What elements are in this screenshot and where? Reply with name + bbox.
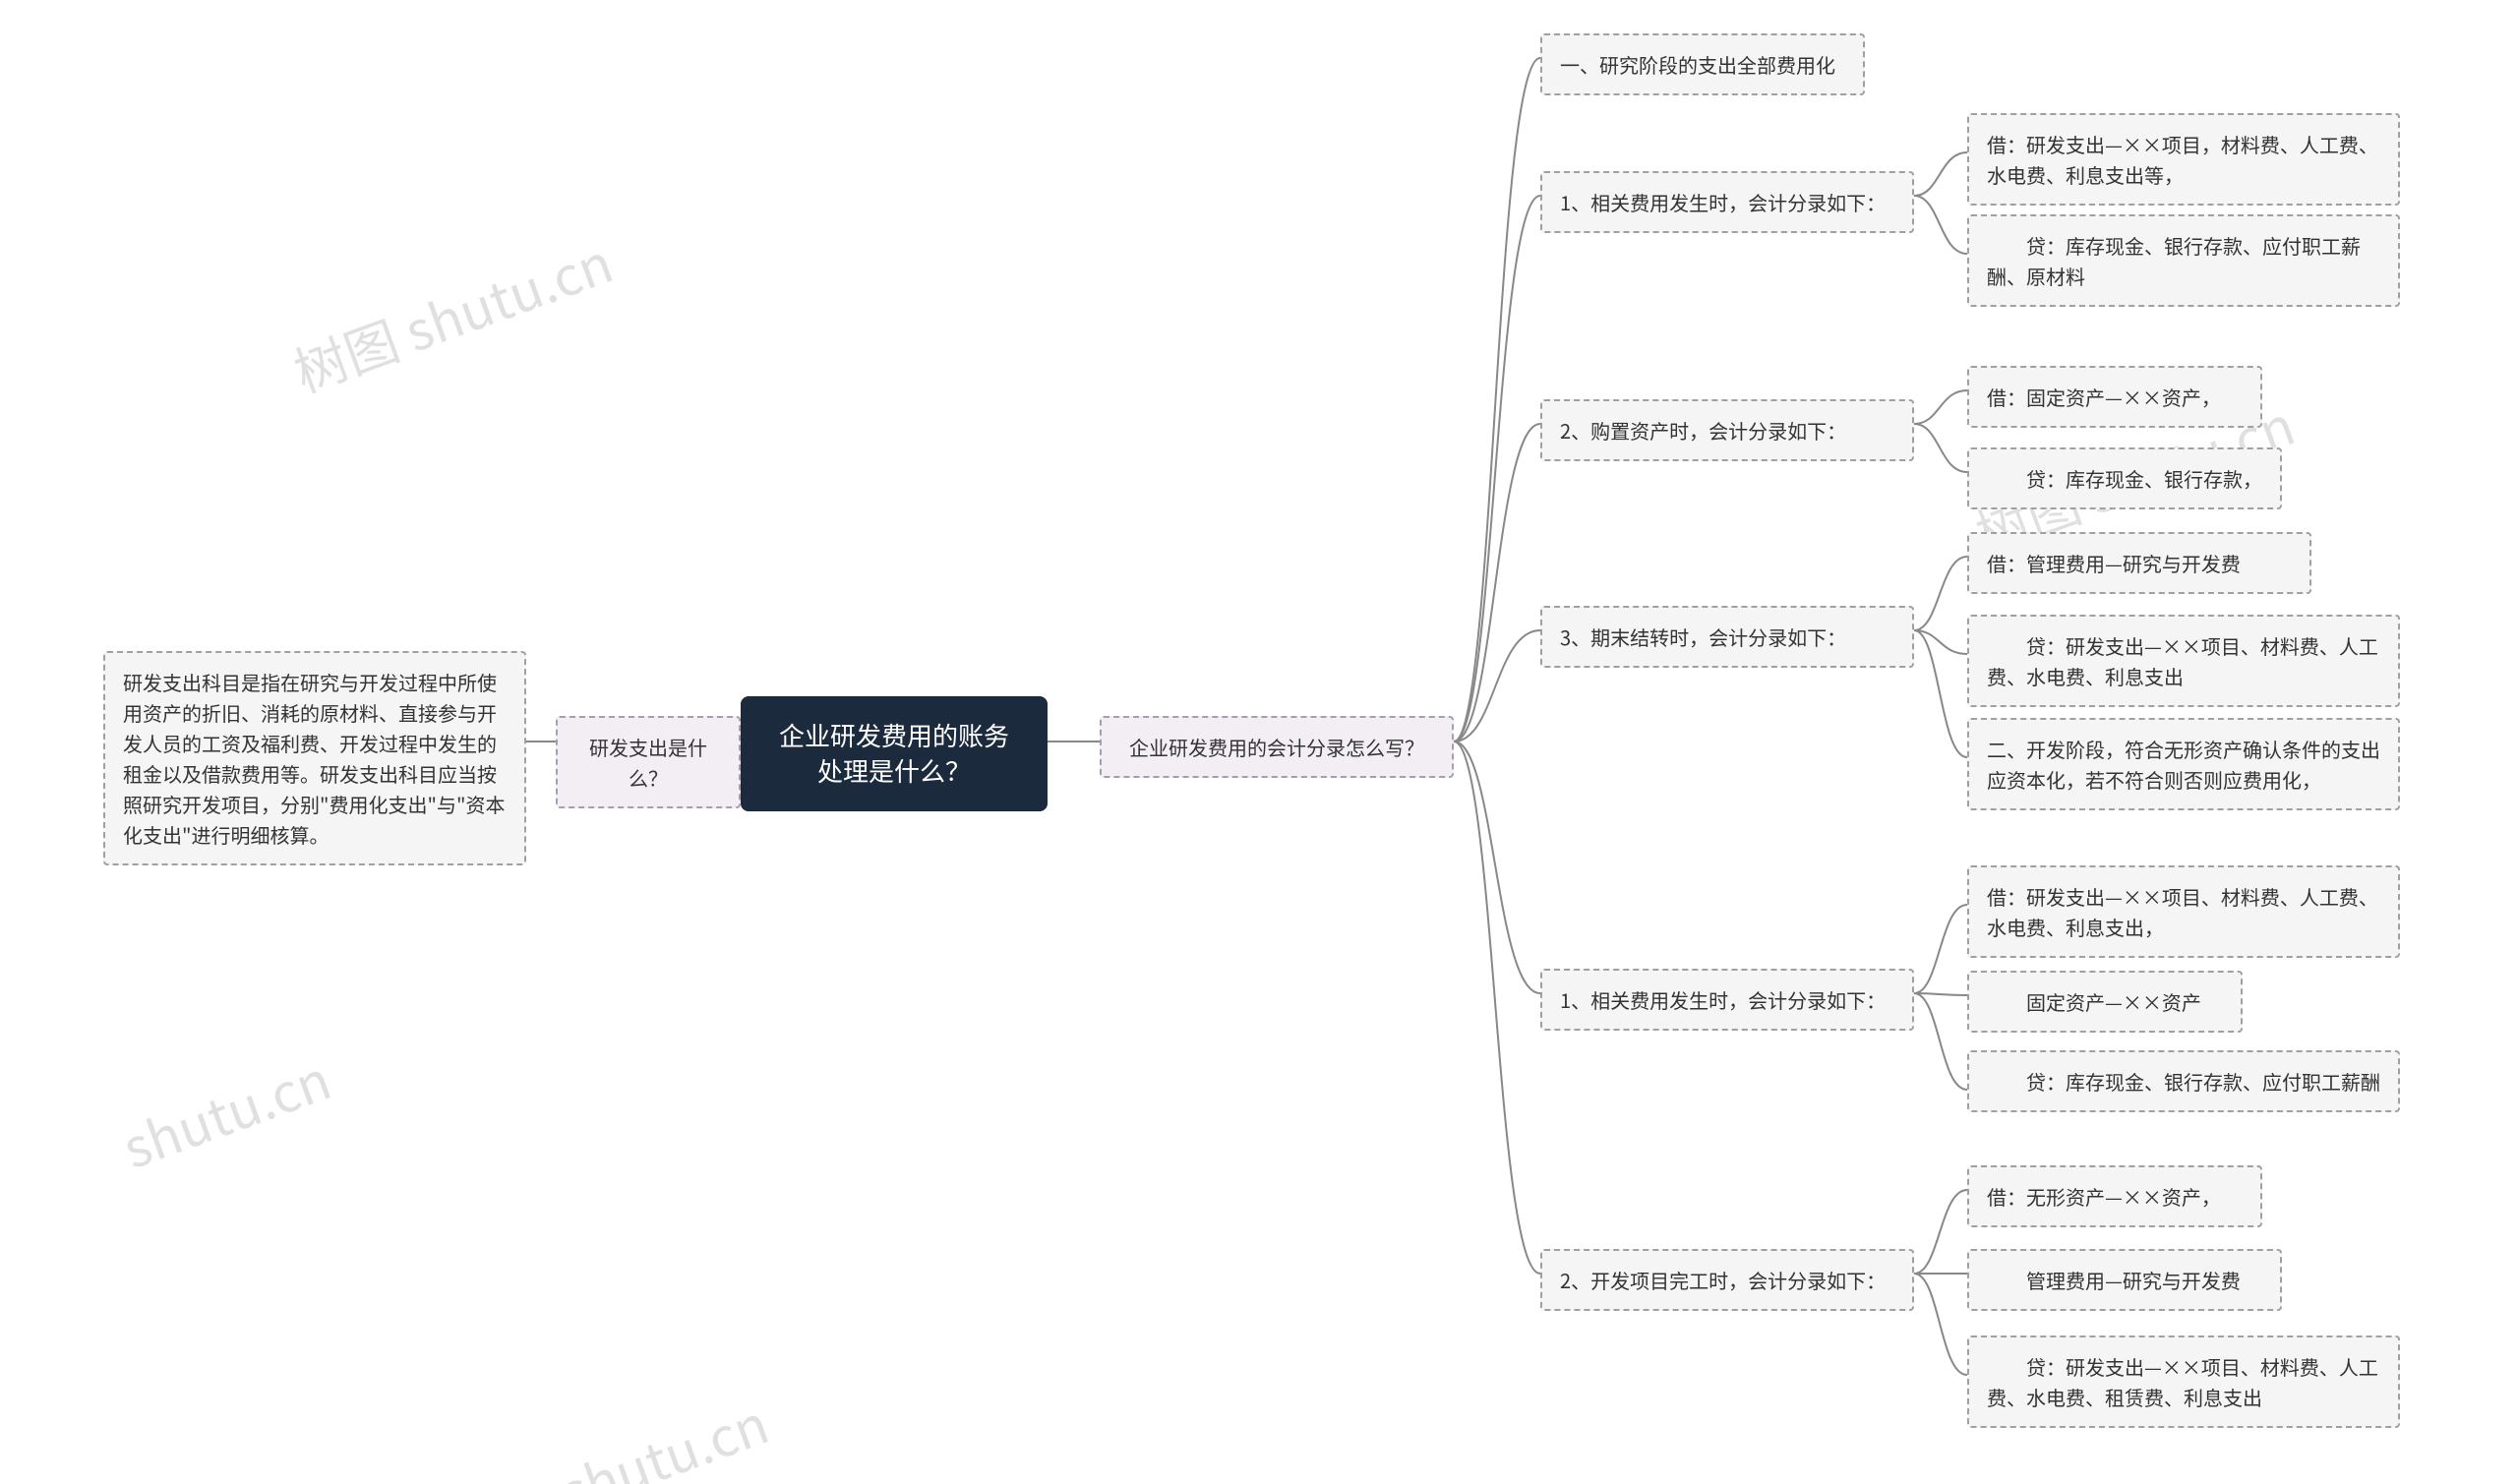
right-branch[interactable]: 企业研发费用的会计分录怎么写？: [1100, 716, 1454, 778]
s2-item1-line3[interactable]: 贷：库存现金、银行存款、应付职工薪酬: [1967, 1050, 2400, 1112]
section1-title[interactable]: 一、研究阶段的支出全部费用化: [1540, 33, 1865, 95]
s2-item2-line3[interactable]: 贷：研发支出—××项目、材料费、人工费、水电费、租赁费、利息支出: [1967, 1336, 2400, 1428]
watermark: shutu.cn: [111, 1038, 340, 1184]
s1-item1-line2[interactable]: 贷：库存现金、银行存款、应付职工薪酬、原材料: [1967, 214, 2400, 307]
s2-item2-line1[interactable]: 借：无形资产—××资产，: [1967, 1165, 2262, 1227]
root-node[interactable]: 企业研发费用的账务处理是什么？: [741, 696, 1048, 811]
s1-item3-line3[interactable]: 二、开发阶段，符合无形资产确认条件的支出应资本化，若不符合则否则应费用化，: [1967, 718, 2400, 810]
s2-item1-line2[interactable]: 固定资产—××资产: [1967, 971, 2243, 1033]
s1-item3-line2[interactable]: 贷：研发支出—××项目、材料费、人工费、水电费、利息支出: [1967, 615, 2400, 707]
s1-item1-label[interactable]: 1、相关费用发生时，会计分录如下：: [1540, 171, 1914, 233]
s1-item2-label[interactable]: 2、购置资产时，会计分录如下：: [1540, 399, 1914, 461]
s1-item2-line1[interactable]: 借：固定资产—××资产，: [1967, 366, 2262, 428]
s1-item1-line1[interactable]: 借：研发支出—××项目，材料费、人工费、水电费、利息支出等，: [1967, 113, 2400, 206]
s2-item1-label[interactable]: 1、相关费用发生时，会计分录如下：: [1540, 969, 1914, 1031]
watermark: 树图 shutu.cn: [282, 220, 622, 407]
s1-item3-label[interactable]: 3、期末结转时，会计分录如下：: [1540, 606, 1914, 668]
left-leaf[interactable]: 研发支出科目是指在研究与开发过程中所使用资产的折旧、消耗的原材料、直接参与开发人…: [103, 651, 526, 865]
s2-item1-line1[interactable]: 借：研发支出—××项目、材料费、人工费、水电费、利息支出，: [1967, 865, 2400, 958]
watermark: shutu.cn: [549, 1382, 778, 1484]
s1-item3-line1[interactable]: 借：管理费用—研究与开发费: [1967, 532, 2311, 594]
s1-item2-line2[interactable]: 贷：库存现金、银行存款，: [1967, 447, 2282, 509]
left-branch[interactable]: 研发支出是什么？: [556, 716, 741, 808]
s2-item2-line2[interactable]: 管理费用—研究与开发费: [1967, 1249, 2282, 1311]
s2-item2-label[interactable]: 2、开发项目完工时，会计分录如下：: [1540, 1249, 1914, 1311]
